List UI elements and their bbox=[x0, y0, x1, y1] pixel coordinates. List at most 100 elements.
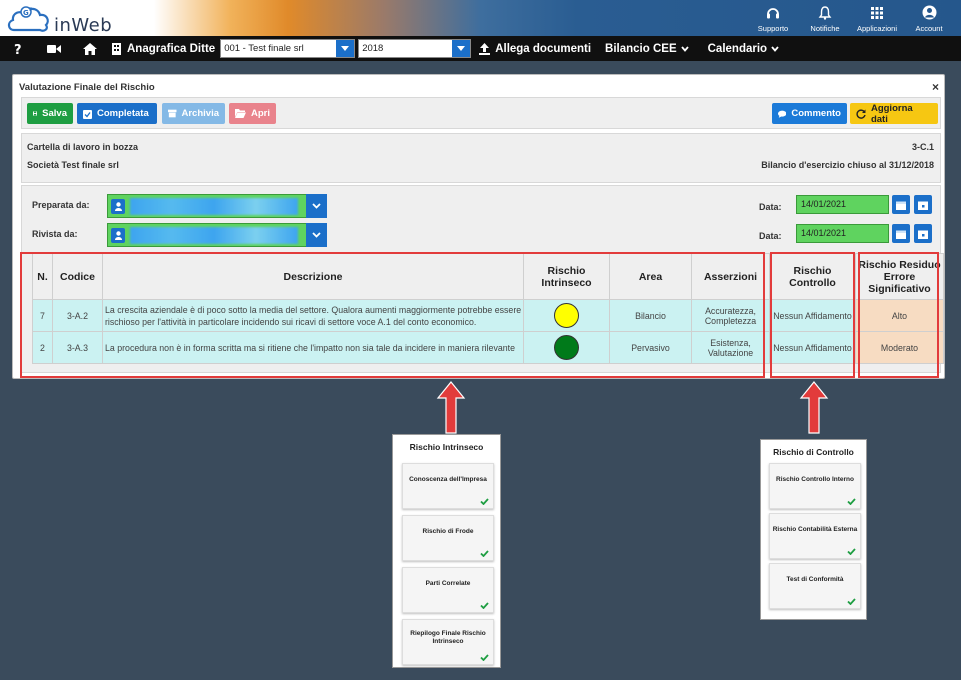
save-label: Salva bbox=[42, 108, 67, 119]
check-icon bbox=[847, 548, 856, 555]
tile-conoscenza[interactable]: Conoscenza dell'Impresa bbox=[402, 463, 494, 509]
check-icon bbox=[480, 654, 489, 661]
tile-label: Test di Conformità bbox=[786, 576, 844, 583]
floppy-icon bbox=[33, 111, 38, 116]
upload-icon bbox=[479, 42, 491, 55]
preparata-date-input[interactable]: 14/01/2021 bbox=[796, 195, 889, 214]
commento-button[interactable]: Commento bbox=[772, 103, 847, 124]
bell-icon bbox=[818, 6, 832, 20]
tile-label: Riepilogo Finale Rischio Intrinseco bbox=[410, 630, 486, 645]
apri-label: Apri bbox=[251, 108, 270, 119]
calendar-icon[interactable] bbox=[892, 195, 910, 214]
check-icon bbox=[480, 602, 489, 609]
folder-open-icon bbox=[235, 109, 246, 118]
calendar-day-icon[interactable] bbox=[914, 195, 932, 214]
chevron-down-icon bbox=[306, 223, 327, 247]
action-bar: Salva Completata Archivia Apri Commento … bbox=[21, 97, 941, 129]
headset-icon bbox=[767, 8, 779, 19]
check-icon bbox=[480, 498, 489, 505]
calendario-label: Calendario bbox=[707, 42, 768, 55]
support-label: Supporto bbox=[757, 24, 789, 33]
calendar-icon[interactable] bbox=[892, 224, 910, 243]
tile-parti-correlate[interactable]: Parti Correlate bbox=[402, 567, 494, 613]
info-box: Cartella di lavoro in bozza Società Test… bbox=[21, 133, 941, 183]
highlight-intrinseco bbox=[20, 252, 765, 378]
account-button[interactable]: Account bbox=[903, 0, 955, 36]
calendar-day-icon[interactable] bbox=[914, 224, 932, 243]
archivia-label: Archivia bbox=[181, 108, 220, 119]
save-button[interactable]: Salva bbox=[27, 103, 73, 124]
redacted-name bbox=[130, 227, 298, 244]
rivista-select[interactable] bbox=[107, 223, 327, 247]
home-button[interactable] bbox=[72, 42, 108, 55]
cloud-logo-icon: G 3 bbox=[7, 6, 49, 32]
chevron-down-icon bbox=[336, 40, 355, 57]
clipboard-check-icon bbox=[83, 109, 92, 119]
highlight-controllo bbox=[770, 252, 855, 378]
close-icon[interactable]: × bbox=[932, 80, 939, 94]
exercise-text: Bilancio d'esercizio chiuso al 31/12/201… bbox=[761, 160, 934, 170]
preparata-date-label: Data: bbox=[759, 202, 782, 212]
brand-name: inWeb bbox=[54, 15, 113, 36]
apri-button[interactable]: Apri bbox=[229, 103, 276, 124]
notifications-button[interactable]: Notifiche bbox=[799, 0, 851, 36]
year-select-value: 2018 bbox=[362, 43, 384, 54]
tile-contabilita-esterna[interactable]: Rischio Contabilità Esterna bbox=[769, 513, 861, 559]
archive-icon bbox=[168, 109, 177, 118]
tile-label: Conoscenza dell'Impresa bbox=[409, 476, 487, 483]
calendario-menu[interactable]: Calendario bbox=[708, 43, 784, 55]
home-icon bbox=[83, 42, 97, 55]
rivista-row: Rivista da: Data: 14/01/2021 bbox=[22, 221, 942, 247]
grid-icon bbox=[871, 7, 883, 19]
card-title: Rischio Intrinseco bbox=[409, 442, 484, 452]
user-icon bbox=[922, 5, 936, 20]
preparata-row: Preparata da: Data: 14/01/2021 bbox=[22, 192, 942, 218]
chevron-down-icon bbox=[452, 40, 471, 57]
anagrafica-label: Anagrafica Ditte bbox=[127, 42, 216, 55]
rivista-label: Rivista da: bbox=[32, 229, 78, 239]
tile-label: Rischio di Frode bbox=[422, 528, 474, 535]
status-text: Cartella di lavoro in bozza bbox=[27, 142, 139, 152]
company-text: Società Test finale srl bbox=[27, 160, 119, 170]
section-code: 3-C.1 bbox=[911, 142, 934, 152]
tile-test-conformita[interactable]: Test di Conformità bbox=[769, 563, 861, 609]
anagrafica-menu[interactable]: Anagrafica Ditte bbox=[112, 42, 216, 55]
main-toolbar: ? Anagrafica Ditte 001 - Test finale srl… bbox=[0, 36, 961, 61]
video-button[interactable] bbox=[36, 44, 72, 54]
card-rischio-controllo: Rischio di Controllo Rischio Controllo I… bbox=[760, 439, 867, 620]
highlight-residuo bbox=[858, 252, 939, 378]
chevron-down-icon bbox=[771, 45, 779, 52]
tile-riepilogo[interactable]: Riepilogo Finale Rischio Intrinseco bbox=[402, 619, 494, 665]
company-select-value: 001 - Test finale srl bbox=[224, 43, 304, 54]
app-logo[interactable]: G 3 inWeb bbox=[6, 4, 116, 36]
rivista-date-input[interactable]: 14/01/2021 bbox=[796, 224, 889, 243]
completata-button[interactable]: Completata bbox=[77, 103, 157, 124]
commento-label: Commento bbox=[791, 108, 841, 119]
account-label: Account bbox=[915, 24, 943, 33]
svg-text:?: ? bbox=[14, 43, 22, 56]
refresh-icon bbox=[856, 108, 866, 119]
allega-documenti-button[interactable]: Allega documenti bbox=[479, 42, 591, 55]
preparata-select[interactable] bbox=[107, 194, 327, 218]
video-camera-icon bbox=[47, 44, 61, 53]
applications-button[interactable]: Applicazioni bbox=[851, 0, 903, 36]
year-select[interactable]: 2018 bbox=[358, 39, 472, 58]
bilancio-cee-menu[interactable]: Bilancio CEE bbox=[605, 43, 694, 55]
tile-controllo-interno[interactable]: Rischio Controllo Interno bbox=[769, 463, 861, 509]
completata-label: Completata bbox=[97, 108, 149, 119]
tile-label: Rischio Contabilità Esterna bbox=[772, 526, 858, 533]
bilancio-label: Bilancio CEE bbox=[605, 42, 677, 55]
company-select[interactable]: 001 - Test finale srl bbox=[220, 39, 356, 58]
modal-title: Valutazione Finale del Rischio bbox=[19, 82, 155, 93]
building-icon bbox=[112, 42, 121, 55]
help-button[interactable]: ? bbox=[0, 42, 36, 56]
tile-frode[interactable]: Rischio di Frode bbox=[402, 515, 494, 561]
arrow-up-icon bbox=[799, 381, 829, 434]
rivista-date-label: Data: bbox=[759, 231, 782, 241]
aggiorna-dati-button[interactable]: Aggiorna dati bbox=[850, 103, 938, 125]
support-button[interactable]: Supporto bbox=[747, 0, 799, 36]
archivia-button[interactable]: Archivia bbox=[162, 103, 225, 124]
card-rischio-intrinseco: Rischio Intrinseco Conoscenza dell'Impre… bbox=[392, 434, 501, 668]
arrow-up-icon bbox=[436, 381, 466, 434]
preparata-label: Preparata da: bbox=[32, 200, 90, 210]
